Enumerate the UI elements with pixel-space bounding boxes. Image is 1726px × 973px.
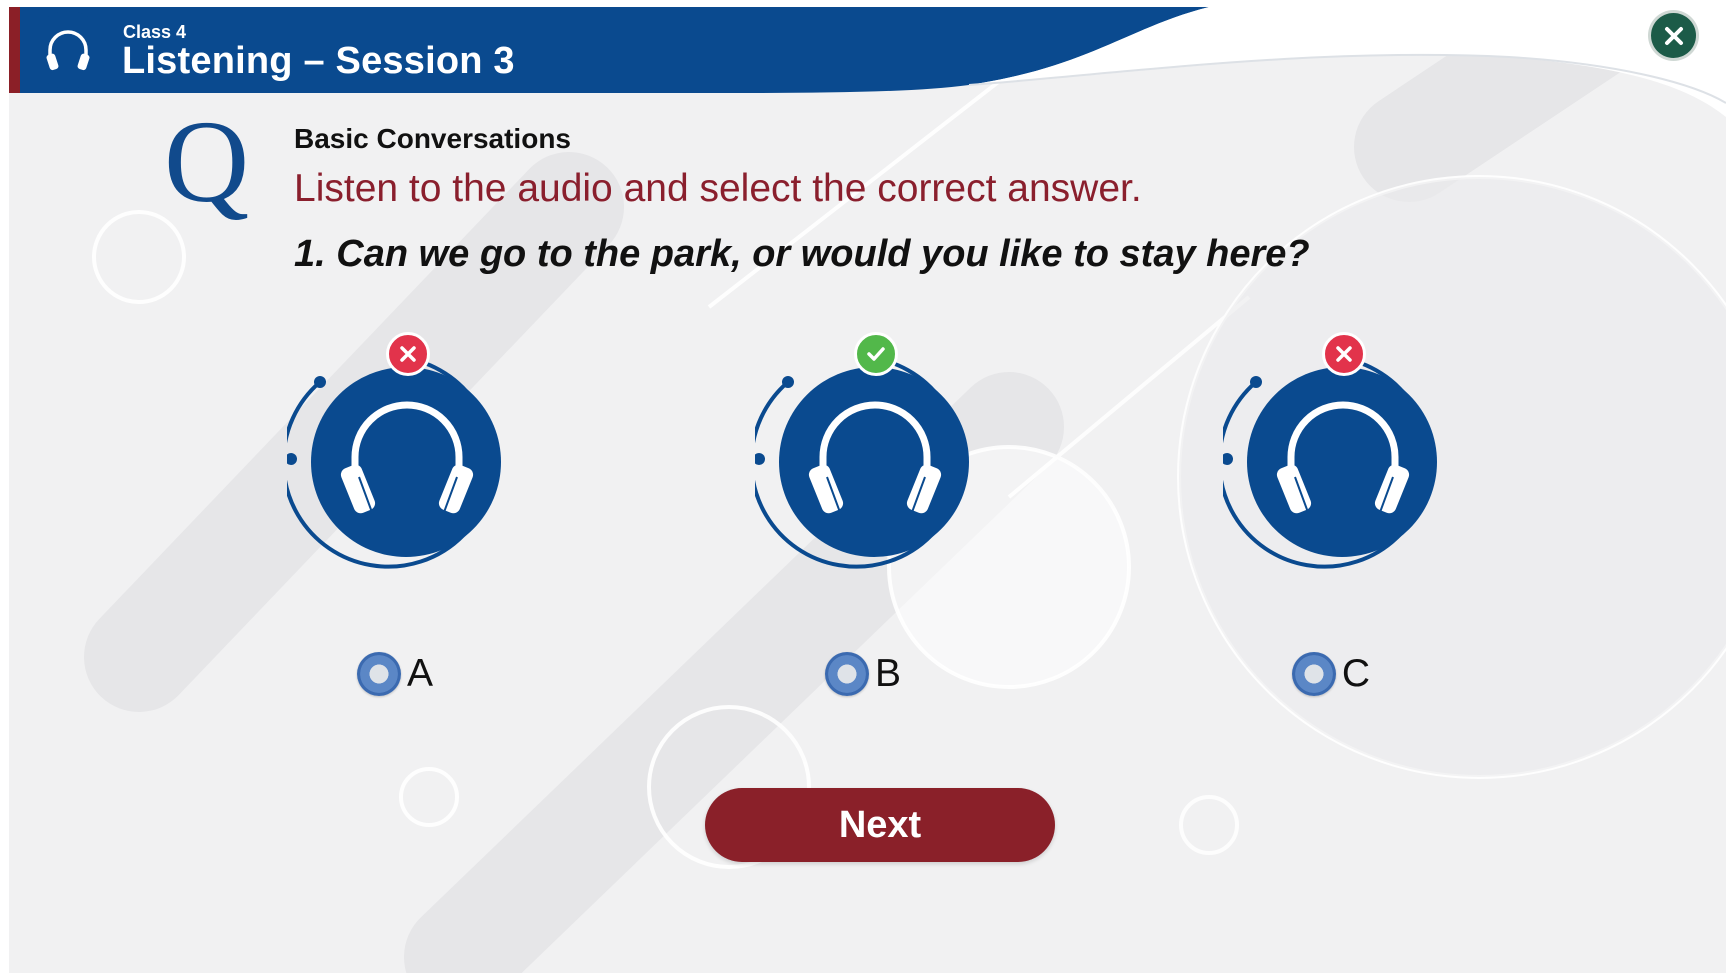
header-accent-bar — [9, 7, 20, 93]
answer-label-c: C — [1341, 652, 1371, 695]
answer-radio-a[interactable]: A — [287, 649, 527, 699]
close-icon — [1664, 26, 1683, 45]
headphones-icon — [29, 11, 107, 89]
incorrect-badge-a — [386, 332, 430, 376]
cross-icon — [400, 346, 416, 362]
radio-button[interactable] — [356, 652, 401, 696]
question-instruction: Listen to the audio and select the corre… — [294, 167, 1142, 210]
app-frame: Class 4 Listening – Session 3 Q Basic Co… — [9, 7, 1726, 973]
radio-button[interactable] — [1291, 652, 1336, 696]
answer-radio-b[interactable]: B — [755, 649, 995, 699]
answer-label-a: A — [406, 652, 433, 695]
check-icon — [867, 347, 885, 361]
answer-radio-c[interactable]: C — [1223, 649, 1463, 699]
incorrect-badge-c — [1322, 332, 1366, 376]
option-c: C — [1217, 327, 1463, 696]
option-a: A — [281, 327, 527, 696]
session-title: Listening – Session 3 — [122, 40, 515, 82]
cross-icon — [1336, 346, 1352, 362]
question-marker: Q — [164, 96, 250, 227]
close-button[interactable] — [1651, 13, 1696, 58]
question-category: Basic Conversations — [294, 123, 571, 154]
question-text: 1. Can we go to the park, or would you l… — [294, 233, 1310, 275]
answer-label-b: B — [874, 652, 901, 695]
next-button[interactable]: Next — [705, 788, 1055, 862]
correct-badge-b — [854, 332, 898, 376]
radio-button[interactable] — [824, 652, 869, 696]
option-b: B — [749, 327, 995, 696]
